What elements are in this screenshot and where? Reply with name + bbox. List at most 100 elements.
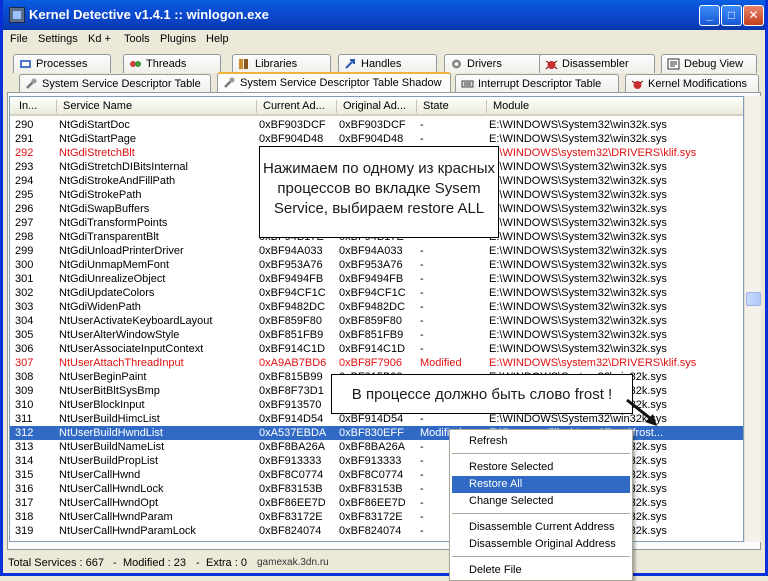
minimize-button[interactable]: _: [699, 5, 720, 26]
menu-item-restore-all[interactable]: Restore All: [452, 476, 630, 493]
table-row[interactable]: 291 NtGdiStartPage 0xBF904D48 0xBF904D48 - E:…: [10, 132, 743, 146]
cell-current-address: 0xA9AB7BD6: [259, 357, 327, 369]
cell-service-name: NtGdiUnmapMemFont: [59, 259, 170, 271]
cell-current-address: 0xBF903DCF: [259, 119, 326, 131]
table-row[interactable]: 304 NtUserActivateKeyboardLayout 0xBF859F8…: [10, 314, 743, 328]
table-row[interactable]: 302 NtGdiUpdateColors 0xBF94CF1C 0xBF94CF1C…: [10, 286, 743, 300]
table-row[interactable]: 307 NtUserAttachThreadInput 0xA9AB7BD6 0xBF…: [10, 356, 743, 370]
cell-index: 309: [15, 385, 34, 397]
cell-original-address: 0xBF9494FB: [339, 273, 404, 285]
cell-index: 307: [15, 357, 34, 369]
tab-kernel-modifications[interactable]: Kernel Modifications: [625, 74, 759, 93]
table-row[interactable]: 319 NtUserCallHwndParamLock 0xBF824074 0xBF…: [10, 524, 743, 538]
tab-ssdt[interactable]: System Service Descriptor Table: [19, 74, 211, 93]
cell-service-name: NtUserBitBltSysBmp: [59, 385, 160, 397]
table-row[interactable]: 314 NtUserBuildPropList 0xBF913333 0xBF9133…: [10, 454, 743, 468]
cell-service-name: NtGdiTransparentBlt: [59, 231, 159, 243]
menu-item-disassemble-original[interactable]: Disassemble Original Address: [452, 536, 630, 553]
tab-drivers[interactable]: Drivers: [444, 54, 543, 73]
cell-current-address: 0xBF83172E: [259, 511, 323, 523]
cell-service-name: NtUserBeginPaint: [59, 371, 147, 383]
tab-row-bottom: System Service Descriptor Table System S…: [7, 72, 762, 94]
cell-state: -: [420, 273, 424, 285]
col-header-state[interactable]: State: [423, 100, 449, 112]
cell-original-address: 0xBF83153B: [339, 483, 403, 495]
wrench-icon: [224, 77, 235, 88]
tab-idt[interactable]: Interrupt Descriptor Table: [455, 74, 619, 93]
table-row[interactable]: 300 NtGdiUnmapMemFont 0xBF953A76 0xBF953A76…: [10, 258, 743, 272]
table-row[interactable]: 318 NtUserCallHwndParam 0xBF83172E 0xBF8317…: [10, 510, 743, 524]
col-header-index[interactable]: In...: [19, 100, 37, 112]
title-bar[interactable]: Kernel Detective v1.4.1 :: winlogon.exe …: [3, 0, 765, 30]
col-separator[interactable]: [336, 100, 337, 113]
table-row[interactable]: 301 NtGdiUnrealizeObject 0xBF9494FB 0xBF949…: [10, 272, 743, 286]
tab-processes[interactable]: Processes: [13, 54, 111, 73]
cell-index: 292: [15, 147, 34, 159]
tab-handles[interactable]: Handles: [338, 54, 437, 73]
table-row[interactable]: 299 NtGdiUnloadPrinterDriver 0xBF94A033 0xB…: [10, 244, 743, 258]
maximize-button[interactable]: □: [721, 5, 742, 26]
col-header-original-address[interactable]: Original Ad...: [343, 100, 406, 112]
table-row[interactable]: 290 NtGdiStartDoc 0xBF903DCF 0xBF903DCF - E:\…: [10, 118, 743, 132]
cell-original-address: 0xBF8C0774: [339, 469, 404, 481]
table-row[interactable]: 306 NtUserAssociateInputContext 0xBF914C1D…: [10, 342, 743, 356]
menu-item-refresh[interactable]: Refresh: [452, 433, 630, 450]
table-row[interactable]: 317 NtUserCallHwndOpt 0xBF86EE7D 0xBF86EE7D…: [10, 496, 743, 510]
tab-row-top: Processes Threads Libraries Handles Driv…: [7, 54, 762, 74]
cell-module: E:\WINDOWS\System32\win32k.sys: [489, 245, 667, 257]
cell-index: 296: [15, 203, 34, 215]
cell-current-address: 0xBF953A76: [259, 259, 323, 271]
table-row[interactable]: 315NtUserCallHwnd0xBF8C07740xBF8C0774-E:…: [10, 468, 743, 482]
vertical-scrollbar[interactable]: [744, 96, 761, 542]
scrollbar-thumb[interactable]: [746, 292, 761, 306]
menu-separator: [452, 513, 630, 514]
cell-index: 318: [15, 511, 34, 523]
cell-index: 299: [15, 245, 34, 257]
gear-icon: [452, 59, 461, 69]
cell-service-name: NtUserCallHwndOpt: [59, 497, 159, 509]
cell-module: E:\WINDOWS\System32\win32k.sys: [489, 203, 667, 215]
tab-debug-view[interactable]: Debug View: [661, 54, 757, 73]
table-row[interactable]: 313 NtUserBuildNameList 0xBF8BA26A 0xBF8BA2…: [10, 440, 743, 454]
col-separator[interactable]: [486, 100, 487, 113]
menu-item-restore-selected[interactable]: Restore Selected: [452, 459, 630, 476]
col-separator[interactable]: [416, 100, 417, 113]
col-separator[interactable]: [56, 100, 57, 113]
cell-index: 298: [15, 231, 34, 243]
cell-state: -: [420, 245, 424, 257]
table-row[interactable]: 305 NtUserAlterWindowStyle 0xBF851FB9 0xBF8…: [10, 328, 743, 342]
menu-help[interactable]: Help: [206, 33, 229, 45]
cell-module: E:\WINDOWS\system32\DRIVERS\klif.sys: [489, 147, 697, 159]
menu-tools[interactable]: Tools: [124, 33, 150, 45]
cell-service-name: NtUserBuildHwndList: [59, 427, 163, 439]
cell-module: E:\WINDOWS\system32\DRIVERS\klif.sys: [489, 357, 697, 369]
annotation-frost-hint: В процессе должно быть слово frost !: [331, 374, 633, 414]
col-separator[interactable]: [256, 100, 257, 113]
cell-original-address: 0xBF824074: [339, 525, 402, 537]
status-extra: Extra : 0: [206, 557, 247, 569]
table-row[interactable]: 316 NtUserCallHwndLock 0xBF83153B 0xBF83153…: [10, 482, 743, 496]
menu-item-change-selected[interactable]: Change Selected: [452, 493, 630, 510]
col-header-module[interactable]: Module: [493, 100, 529, 112]
cell-module: E:\WINDOWS\System32\win32k.sys: [489, 287, 667, 299]
menu-file[interactable]: File: [10, 33, 28, 45]
cell-current-address: 0xBF851FB9: [259, 329, 324, 341]
cell-module: E:\WINDOWS\System32\win32k.sys: [489, 301, 667, 313]
menu-settings[interactable]: Settings: [38, 33, 78, 45]
tab-libraries[interactable]: Libraries: [232, 54, 331, 73]
tab-disassembler[interactable]: Disassembler: [539, 54, 655, 73]
handles-icon: [345, 59, 355, 69]
keyboard-icon: [461, 80, 474, 88]
menu-item-delete-file[interactable]: Delete File: [452, 562, 630, 579]
menu-plugins[interactable]: Plugins: [160, 33, 196, 45]
menu-kd-plus[interactable]: Kd +: [88, 33, 111, 45]
col-header-current-address[interactable]: Current Ad...: [263, 100, 325, 112]
menu-separator: [452, 556, 630, 557]
table-row[interactable]: 303 NtGdiWidenPath 0xBF9482DC 0xBF9482DC - E:…: [10, 300, 743, 314]
cell-index: 290: [15, 119, 34, 131]
menu-item-disassemble-current[interactable]: Disassemble Current Address: [452, 519, 630, 536]
close-button[interactable]: ✕: [743, 5, 764, 26]
col-header-service-name[interactable]: Service Name: [63, 100, 132, 112]
tab-ssdt-shadow[interactable]: System Service Descriptor Table Shadow: [217, 72, 451, 94]
tab-threads[interactable]: Threads: [123, 54, 221, 73]
